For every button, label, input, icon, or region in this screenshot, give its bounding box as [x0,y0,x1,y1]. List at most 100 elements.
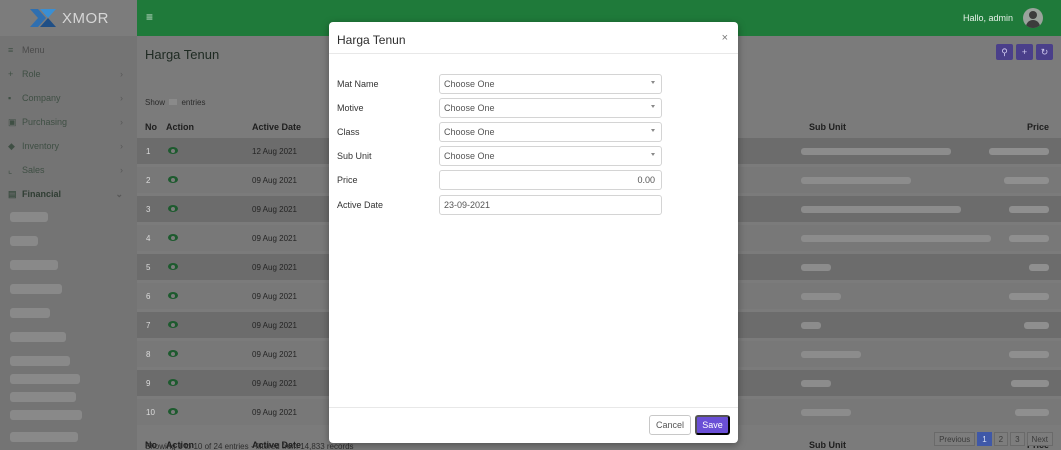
pagination-previous[interactable]: Previous [934,432,976,446]
row-sub-unit-blurred [801,322,821,329]
sidebar-item-label: Company [22,93,61,103]
row-price-blurred [1029,264,1049,271]
row-number: 4 [146,234,151,243]
class-select[interactable]: Choose One [439,122,662,142]
column-header-price[interactable]: Price [1027,122,1049,132]
sidebar-subitem-blurred[interactable] [10,356,70,366]
modal-header-divider [329,53,738,54]
motive-label: Motive [337,103,364,113]
row-active-date: 09 Aug 2021 [252,408,297,417]
chevron-down-icon [651,81,655,84]
sidebar-item-label: Financial [22,189,62,199]
sidebar-subitem-blurred[interactable] [10,212,48,222]
row-sub-unit-blurred [801,148,951,155]
add-button[interactable]: + [1016,44,1033,60]
row-number: 5 [146,263,151,272]
sidebar-subitem-blurred[interactable] [10,410,82,420]
sub-unit-value: Choose One [444,151,495,161]
page-title: Harga Tenun [145,47,220,62]
pagination-page-2[interactable]: 2 [993,432,1009,446]
eye-icon[interactable] [168,263,178,270]
show-label: Show [145,98,166,107]
sidebar-subitem-blurred[interactable] [10,308,50,318]
chevron-down-icon [651,129,655,132]
eye-icon[interactable] [168,205,178,212]
column-header-action[interactable]: Action [166,122,194,132]
modal-footer-divider [329,407,738,408]
eye-icon[interactable] [168,234,178,241]
row-price-blurred [989,148,1049,155]
eye-icon[interactable] [168,176,178,183]
sidebar-item-menu[interactable]: ≡ Menu [0,38,137,62]
sidebar-subitem-blurred[interactable] [10,260,58,270]
chevron-right-icon: › [120,141,123,151]
sidebar-item-sales[interactable]: ⌞ Sales › [0,158,137,182]
mat-name-select[interactable]: Choose One [439,74,662,94]
modal-title: Harga Tenun [337,33,406,47]
close-icon[interactable]: × [722,33,728,44]
chevron-down-icon [651,153,655,156]
class-value: Choose One [444,127,495,137]
search-button[interactable]: ⚲ [996,44,1013,60]
chevron-right-icon: › [120,93,123,103]
entries-select[interactable] [169,99,178,105]
chevron-down-icon: ⌄ [115,188,123,199]
row-price-blurred [1009,293,1049,300]
motive-select[interactable]: Choose One [439,98,662,118]
eye-icon[interactable] [168,408,178,415]
logo-text: XMOR [62,9,109,27]
hamburger-icon[interactable]: ≡ [146,10,153,24]
pagination-next[interactable]: Next [1026,432,1053,446]
sub-unit-label: Sub Unit [337,151,372,161]
entries-label: entries [181,98,206,107]
column-footer-sub-unit: Sub Unit [809,440,846,450]
pagination-page-1[interactable]: 1 [977,432,992,446]
eye-icon[interactable] [168,379,178,386]
row-active-date: 12 Aug 2021 [252,147,297,156]
pagination-page-3[interactable]: 3 [1010,432,1025,446]
sidebar-subitem-blurred[interactable] [10,392,76,402]
price-label: Price [337,175,358,185]
row-sub-unit-blurred [801,264,831,271]
sidebar-subitem-blurred[interactable] [10,236,38,246]
sidebar-item-label: Inventory [22,141,60,151]
row-sub-unit-blurred [801,177,911,184]
column-header-active-date[interactable]: Active Date [252,122,301,132]
cancel-button[interactable]: Cancel [649,415,691,435]
chevron-right-icon: › [120,69,123,79]
active-date-input[interactable]: 23-09-2021 [439,195,662,215]
row-sub-unit-blurred [801,351,861,358]
row-price-blurred [1011,380,1049,387]
box-icon: ◆ [8,140,15,151]
logo[interactable]: XMOR [0,0,137,36]
save-button[interactable]: Save [695,415,730,435]
sidebar-subitem-blurred[interactable] [10,284,62,294]
sidebar-item-purchasing[interactable]: ▣ Purchasing › [0,110,137,134]
row-active-date: 09 Aug 2021 [252,176,297,185]
sidebar-subitem-blurred[interactable] [10,332,66,342]
avatar[interactable] [1023,8,1043,28]
search-icon: ⚲ [1001,46,1008,57]
sidebar-item-financial[interactable]: ▤ Financial ⌄ [0,182,137,206]
row-price-blurred [1004,177,1049,184]
sidebar-item-company[interactable]: ▪ Company › [0,86,137,110]
eye-icon[interactable] [168,292,178,299]
price-input[interactable]: 0.00 [439,170,662,190]
eye-icon[interactable] [168,350,178,357]
sidebar-subitem-blurred[interactable] [10,432,78,442]
show-entries: Show entries [145,98,206,107]
row-active-date: 09 Aug 2021 [252,350,297,359]
row-active-date: 09 Aug 2021 [252,205,297,214]
sidebar-item-inventory[interactable]: ◆ Inventory › [0,134,137,158]
eye-icon[interactable] [168,321,178,328]
sidebar-subitem-blurred[interactable] [10,374,80,384]
cart-icon: ▣ [8,116,17,127]
sidebar-item-role[interactable]: + Role › [0,62,137,86]
eye-icon[interactable] [168,147,178,154]
mat-name-label: Mat Name [337,79,379,89]
column-header-no[interactable]: No [145,122,157,132]
column-header-sub-unit[interactable]: Sub Unit [809,122,846,132]
pagination: Previous 1 2 3 Next [934,432,1053,446]
refresh-button[interactable]: ↻ [1036,44,1053,60]
sub-unit-select[interactable]: Choose One [439,146,662,166]
